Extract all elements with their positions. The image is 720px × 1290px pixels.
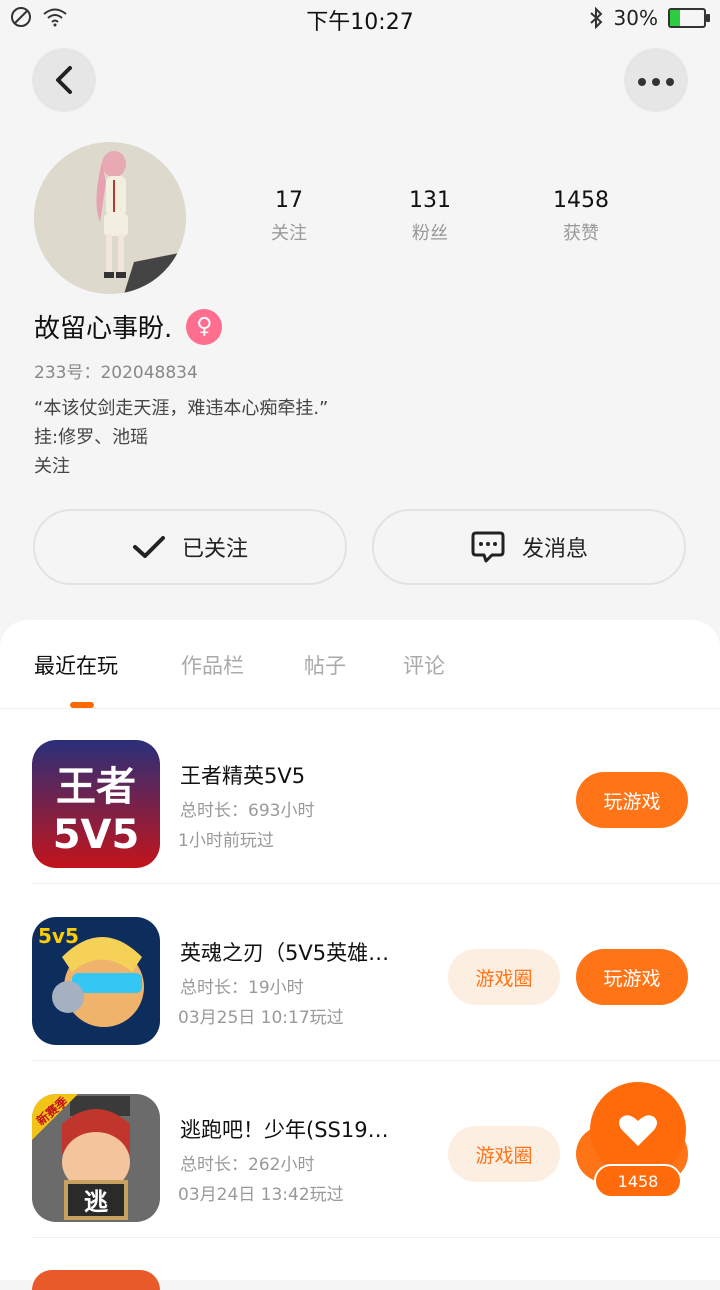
game-total-time: 总时长：19小时 <box>180 978 304 998</box>
like-count-badge: 1458 <box>594 1164 682 1198</box>
more-options-button[interactable] <box>624 48 688 112</box>
list-item[interactable]: 王者 5V5 王者精英5V5 总时长：693小时 1小时前玩过 玩游戏 <box>0 708 720 884</box>
female-gender-icon: ♀ <box>186 308 223 345</box>
game-name: 英魂之刃（5V5英雄… <box>180 941 390 965</box>
divider <box>32 883 720 884</box>
name-row: 故留心事盼. ♀ <box>34 308 223 345</box>
stat-likes[interactable]: 1458 获赞 <box>553 188 609 245</box>
game2-badge: 5v5 <box>38 924 79 948</box>
list-item[interactable]: 5v5 英魂之刃（5V5英雄… 总时长：19小时 03月25日 10:17玩过 … <box>0 885 720 1061</box>
heart-icon <box>619 1115 657 1146</box>
divider <box>32 1237 720 1238</box>
divider <box>32 1060 720 1061</box>
tab-posts[interactable]: 帖子 <box>304 650 346 680</box>
stat-label: 获赞 <box>563 223 599 244</box>
game-character-icon: 5v5 <box>32 917 160 1045</box>
game-total-time: 总时长：262小时 <box>180 1155 315 1175</box>
more-dots-icon <box>635 71 677 90</box>
back-button[interactable] <box>32 48 96 112</box>
game-circle-button[interactable]: 游戏圈 <box>448 1126 560 1182</box>
username: 故留心事盼. <box>34 314 173 344</box>
stat-fans[interactable]: 131 粉丝 <box>409 188 451 245</box>
game-logo-icon: 王者 5V5 <box>32 740 160 868</box>
stat-value: 17 <box>275 188 303 213</box>
battery-icon <box>668 8 710 28</box>
followed-button[interactable]: 已关注 <box>33 509 347 585</box>
avatar-figure-icon <box>34 142 186 294</box>
stat-label: 粉丝 <box>412 223 448 244</box>
bio: “本该仗剑走天涯，难违本心痴牵挂.” 挂:修罗、池瑶 关注 <box>34 398 329 477</box>
send-message-label: 发消息 <box>521 537 588 562</box>
battery-percent: 30% <box>613 6 658 30</box>
checkmark-icon <box>132 536 165 558</box>
status-bar: 下午10:27 30% <box>0 0 720 36</box>
user-id: 233号：202048834 <box>34 363 198 383</box>
play-game-button[interactable]: 玩游戏 <box>576 949 688 1005</box>
game1-logo-line2: 5V5 <box>53 812 140 858</box>
bluetooth-icon <box>589 7 602 29</box>
followed-label: 已关注 <box>181 537 248 562</box>
game-total-time: 总时长：693小时 <box>180 801 315 821</box>
play-game-button[interactable]: 玩游戏 <box>576 772 688 828</box>
profile-stats: 17 关注 131 粉丝 1458 获赞 <box>220 188 660 245</box>
game1-logo-line1: 王者 <box>56 764 136 810</box>
profile-tabs: 最近在玩 作品栏 帖子 评论 <box>0 620 720 709</box>
tab-comments[interactable]: 评论 <box>403 650 445 680</box>
stat-following[interactable]: 17 关注 <box>271 188 307 245</box>
game-name: 王者精英5V5 <box>180 764 306 788</box>
game-last-played: 03月25日 10:17玩过 <box>178 1008 344 1028</box>
chevron-left-icon <box>56 66 72 94</box>
game-circle-button[interactable]: 游戏圈 <box>448 949 560 1005</box>
chat-bubble-icon <box>471 531 505 563</box>
stat-value: 1458 <box>553 188 609 213</box>
game-name: 逃跑吧！少年(SS19… <box>180 1118 389 1142</box>
status-icons-right: 30% <box>588 6 710 30</box>
game-icon-partial <box>32 1270 160 1290</box>
game3-sign: 逃 <box>84 1188 108 1216</box>
game-icon-wangzhe[interactable]: 王者 5V5 <box>32 740 160 868</box>
game-last-played: 1小时前玩过 <box>178 831 274 851</box>
send-message-button[interactable]: 发消息 <box>372 509 686 585</box>
game-character-icon: 逃 新赛季 <box>32 1094 160 1222</box>
tab-recently-played[interactable]: 最近在玩 <box>34 650 118 680</box>
game-last-played: 03月24日 13:42玩过 <box>178 1185 344 1205</box>
avatar[interactable] <box>34 142 186 294</box>
game-icon-yinghun[interactable]: 5v5 <box>32 917 160 1045</box>
game-icon-taopao[interactable]: 逃 新赛季 <box>32 1094 160 1222</box>
stat-value: 131 <box>409 188 451 213</box>
stat-label: 关注 <box>271 223 307 244</box>
tab-works[interactable]: 作品栏 <box>181 650 244 680</box>
